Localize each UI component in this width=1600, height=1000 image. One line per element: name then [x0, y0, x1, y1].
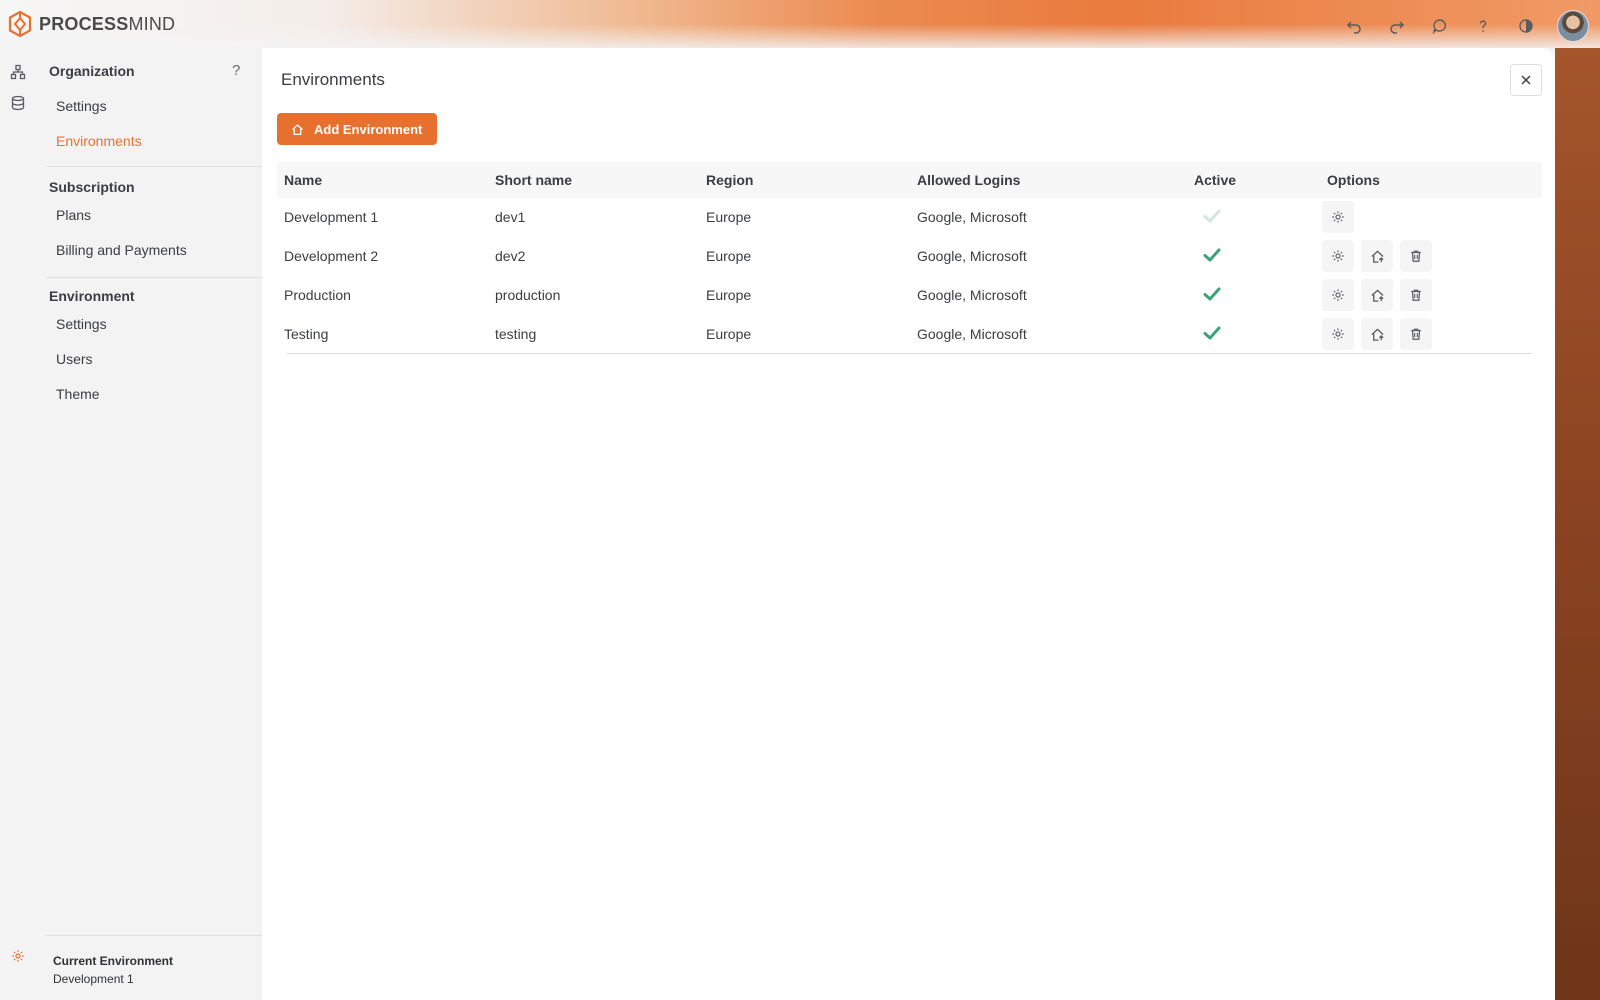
- page-title: Environments: [281, 70, 385, 89]
- add-environment-label: Add Environment: [314, 121, 423, 137]
- environment-settings-button[interactable]: [1322, 240, 1354, 272]
- trash-icon: [1411, 250, 1421, 262]
- sidebar-divider: [46, 166, 296, 167]
- theme-icon[interactable]: [1512, 12, 1540, 40]
- close-icon: [1521, 75, 1531, 85]
- active-check-icon: [1203, 326, 1221, 340]
- switch-environment-button[interactable]: [1361, 240, 1393, 272]
- section-title-organization: Organization: [49, 63, 135, 79]
- delete-environment-button[interactable]: [1400, 318, 1432, 350]
- sidebar-item-theme[interactable]: Theme: [56, 386, 100, 402]
- cell-allowed-logins: Google, Microsoft: [917, 209, 1027, 225]
- section-title-subscription: Subscription: [49, 179, 135, 195]
- gear-icon: [1332, 289, 1344, 301]
- close-button[interactable]: [1510, 64, 1542, 96]
- background-strip: [1555, 48, 1600, 1000]
- home-switch-icon: [1370, 288, 1384, 302]
- current-environment: Current Environment Development 1: [53, 952, 173, 988]
- cell-short-name: dev2: [495, 248, 526, 264]
- table-row: Development 1 dev1 Europe Google, Micros…: [277, 198, 1542, 237]
- header-options: Options: [1327, 172, 1380, 188]
- header-active[interactable]: Active: [1194, 172, 1236, 188]
- cell-short-name: dev1: [495, 209, 526, 225]
- help-icon[interactable]: [1469, 12, 1497, 40]
- cell-name: Development 1: [284, 209, 379, 225]
- sidebar-item-environments[interactable]: Environments: [56, 133, 142, 149]
- top-actions: [1340, 10, 1589, 42]
- gear-icon: [1332, 211, 1344, 223]
- active-check-icon: [1203, 209, 1221, 223]
- switch-environment-button[interactable]: [1361, 318, 1393, 350]
- cell-allowed-logins: Google, Microsoft: [917, 326, 1027, 342]
- user-avatar[interactable]: [1557, 10, 1589, 42]
- table-header: Name Short name Region Allowed Logins Ac…: [277, 162, 1542, 198]
- sidebar-item-environment-settings[interactable]: Settings: [56, 316, 107, 332]
- sidebar-item-plans[interactable]: Plans: [56, 207, 91, 223]
- settings-sidebar: Organization ? Settings Environments Sub…: [36, 48, 296, 1000]
- cell-short-name: testing: [495, 326, 537, 342]
- cell-name: Testing: [284, 326, 329, 342]
- table-row: Development 2 dev2 Europe Google, Micros…: [277, 237, 1542, 276]
- sidebar-divider: [46, 935, 296, 936]
- section-title-environment: Environment: [49, 288, 135, 304]
- current-environment-value: Development 1: [53, 972, 134, 986]
- gear-icon: [1332, 328, 1344, 340]
- undo-icon[interactable]: [1340, 12, 1368, 40]
- active-check-icon: [1203, 248, 1221, 262]
- trash-icon: [1411, 328, 1421, 340]
- environment-settings-button[interactable]: [1322, 201, 1354, 233]
- sidebar-item-billing[interactable]: Billing and Payments: [56, 242, 187, 258]
- cell-region: Europe: [706, 326, 752, 342]
- cell-region: Europe: [706, 209, 752, 225]
- table-row: Production production Europe Google, Mic…: [277, 276, 1542, 315]
- app-logo[interactable]: PROCESSMIND: [8, 11, 175, 37]
- sidebar-item-users[interactable]: Users: [56, 351, 93, 367]
- chat-icon[interactable]: [1426, 12, 1454, 40]
- gear-icon: [1332, 250, 1344, 262]
- table-bottom-border: [287, 353, 1532, 354]
- process-map-icon[interactable]: [9, 63, 27, 81]
- environments-table: Name Short name Region Allowed Logins Ac…: [277, 162, 1542, 354]
- delete-environment-button[interactable]: [1400, 240, 1432, 272]
- home-switch-icon: [1370, 249, 1384, 263]
- logo-icon: [8, 11, 32, 37]
- cell-short-name: production: [495, 287, 561, 303]
- sidebar-item-organization-settings[interactable]: Settings: [56, 98, 107, 114]
- header-region[interactable]: Region: [706, 172, 753, 188]
- current-environment-label: Current Environment: [53, 954, 174, 968]
- delete-environment-button[interactable]: [1400, 279, 1432, 311]
- active-check-icon: [1203, 287, 1221, 301]
- cell-name: Production: [284, 287, 351, 303]
- header-allowed-logins[interactable]: Allowed Logins: [917, 172, 1020, 188]
- home-switch-icon: [1370, 327, 1384, 341]
- environments-panel: Environments Add Environment Name Short …: [262, 48, 1555, 1000]
- cell-region: Europe: [706, 248, 752, 264]
- add-environment-button[interactable]: Add Environment: [277, 113, 438, 145]
- database-icon[interactable]: [9, 94, 27, 112]
- trash-icon: [1411, 289, 1421, 301]
- switch-environment-button[interactable]: [1361, 279, 1393, 311]
- cell-region: Europe: [706, 287, 752, 303]
- environment-settings-button[interactable]: [1322, 318, 1354, 350]
- help-question-icon[interactable]: ?: [232, 62, 240, 79]
- brand-name: PROCESSMIND: [39, 13, 176, 34]
- sidebar-divider: [46, 277, 296, 278]
- settings-gear-icon[interactable]: [9, 947, 27, 965]
- home-add-icon: [292, 123, 303, 135]
- cell-allowed-logins: Google, Microsoft: [917, 248, 1027, 264]
- cell-allowed-logins: Google, Microsoft: [917, 287, 1027, 303]
- cell-name: Development 2: [284, 248, 379, 264]
- header-name[interactable]: Name: [284, 172, 322, 188]
- environment-settings-button[interactable]: [1322, 279, 1354, 311]
- icon-rail: [0, 48, 36, 1000]
- header-short-name[interactable]: Short name: [495, 172, 572, 188]
- table-row: Testing testing Europe Google, Microsoft: [277, 315, 1542, 354]
- redo-icon[interactable]: [1383, 12, 1411, 40]
